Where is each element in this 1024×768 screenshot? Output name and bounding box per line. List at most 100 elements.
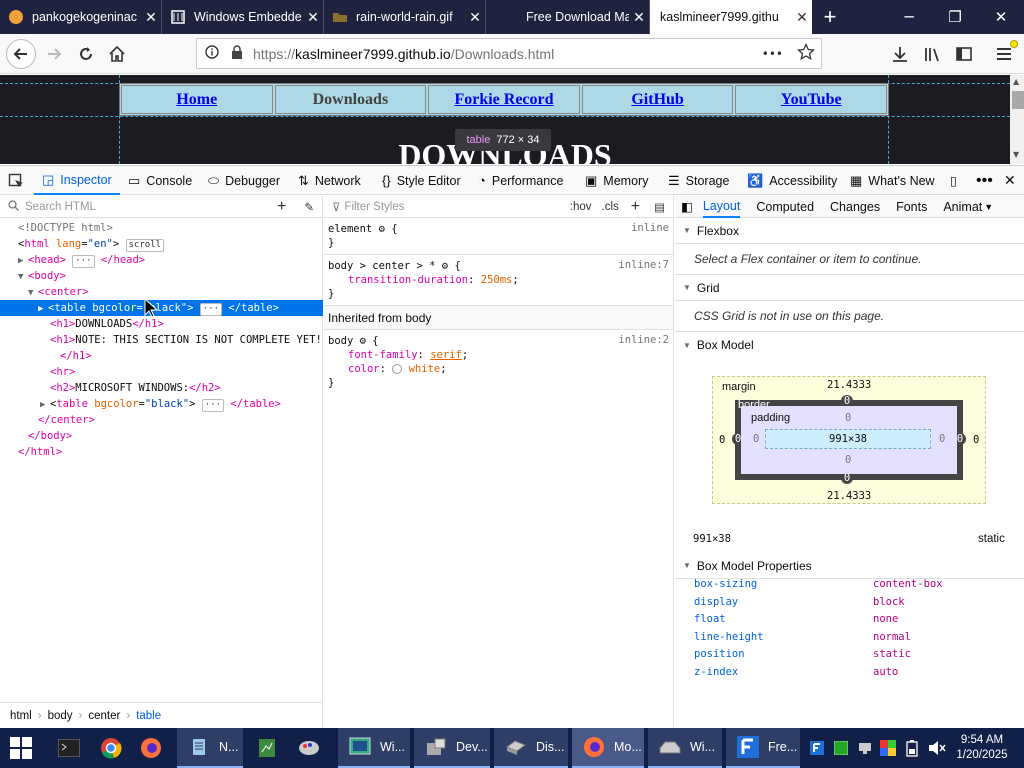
tab-console[interactable]: ▭ Console xyxy=(128,166,192,195)
volume-muted-icon[interactable] xyxy=(928,728,946,768)
ellipsis-badge[interactable]: ··· xyxy=(199,303,223,316)
close-tab-icon[interactable]: ✕ xyxy=(629,9,649,26)
browser-tab-5-active[interactable]: kaslmineer7999.githu ✕ xyxy=(650,0,812,34)
browser-tab-4[interactable]: Free Download Ma ✕ xyxy=(486,0,650,34)
content-box[interactable]: 991×38 xyxy=(765,429,931,449)
grid-section-header[interactable]: ▼ Grid xyxy=(675,275,1024,301)
element-picker-icon[interactable] xyxy=(8,166,24,195)
reload-icon[interactable] xyxy=(72,40,100,68)
ellipsis-badge[interactable]: ··· xyxy=(201,399,225,412)
rule-source[interactable]: inline:7 xyxy=(618,259,669,271)
tree-html-open[interactable]: <html lang="en"> scroll xyxy=(18,236,165,252)
padding-right-value[interactable]: 0 xyxy=(939,433,945,445)
taskbar-clock[interactable]: 9:54 AM 1/20/2025 xyxy=(950,728,1014,768)
breadcrumb-center[interactable]: center xyxy=(88,710,120,722)
tree-h2[interactable]: <h2>MICROSOFT WINDOWS:</h2> xyxy=(50,380,221,396)
taskbar-app-download-manager[interactable]: Fre... xyxy=(726,728,800,768)
devtools-menu-icon[interactable]: ••• xyxy=(976,166,993,195)
breadcrumb-html[interactable]: html xyxy=(10,710,32,722)
nav-link-forkie-record[interactable]: Forkie Record xyxy=(428,85,580,114)
padding-top-value[interactable]: 0 xyxy=(845,412,851,424)
padding-left-value[interactable]: 0 xyxy=(753,433,759,445)
add-rule-icon[interactable]: + xyxy=(631,198,640,216)
bookmark-star-icon[interactable] xyxy=(796,42,816,64)
taskbar-app-windows-2[interactable]: Wi... xyxy=(648,728,722,768)
minimize-icon[interactable]: ─ xyxy=(886,0,932,34)
tree-center-open[interactable]: ▼ <center> xyxy=(28,284,89,300)
rule-source[interactable]: inline:2 xyxy=(618,334,669,346)
box-model-section-header[interactable]: ▼ Box Model xyxy=(675,332,1024,358)
browser-tab-2[interactable]: Windows Embedde ✕ xyxy=(162,0,324,34)
tray-colorful-icon[interactable] xyxy=(880,728,896,768)
box-model-properties-header[interactable]: ▼ Box Model Properties xyxy=(675,553,1024,579)
close-tab-icon[interactable]: ✕ xyxy=(465,9,485,26)
breadcrumb-body[interactable]: body xyxy=(48,710,73,722)
eyedropper-icon[interactable]: ✎ xyxy=(304,200,314,214)
margin-bottom-value[interactable]: 21.4333 xyxy=(827,490,871,502)
margin-right-value[interactable]: 0 xyxy=(973,434,979,446)
taskbar-app-notepad[interactable]: N... xyxy=(177,728,243,768)
chrome-icon[interactable] xyxy=(100,728,122,768)
breadcrumb-table[interactable]: table xyxy=(136,710,161,722)
hov-toggle[interactable]: :hov xyxy=(570,201,592,213)
rule-source[interactable]: inline xyxy=(631,222,669,234)
tree-h1-close[interactable]: </h1> xyxy=(60,348,92,364)
gear-icon[interactable]: ⚙ xyxy=(360,335,366,347)
spreadsheet-icon[interactable] xyxy=(257,728,277,768)
new-tab-button[interactable]: + xyxy=(816,0,844,34)
tree-head[interactable]: ▶ <head> ··· </head> xyxy=(18,252,145,268)
gear-icon[interactable]: ⚙ xyxy=(379,223,385,235)
tab-inspector[interactable]: ◲ Inspector xyxy=(34,166,120,195)
taskbar-app-windows-1[interactable]: Wi... xyxy=(338,728,410,768)
tab-whats-new[interactable]: ▦ What's New xyxy=(850,166,935,195)
tray-green-icon[interactable] xyxy=(834,728,848,768)
margin-top-value[interactable]: 21.4333 xyxy=(827,379,871,391)
expand-arrow-icon[interactable]: ▶ xyxy=(40,397,50,413)
flexbox-section-header[interactable]: ▼ Flexbox xyxy=(675,218,1024,244)
tab-memory[interactable]: ▣ Memory xyxy=(585,166,648,195)
sidebar-icon[interactable] xyxy=(950,40,978,68)
close-devtools-icon[interactable]: ✕ xyxy=(1004,166,1016,195)
tree-body-close[interactable]: </body> xyxy=(28,428,72,444)
tree-doctype[interactable]: <!DOCTYPE html> xyxy=(18,220,113,236)
tree-html-close[interactable]: </html> xyxy=(18,444,62,460)
cls-toggle[interactable]: .cls xyxy=(602,201,619,213)
back-arrow-icon[interactable] xyxy=(6,39,36,69)
dock-toggle-icon[interactable]: ▯ xyxy=(950,166,957,195)
browser-tab-1[interactable]: pankogekogeninac ✕ xyxy=(0,0,162,34)
battery-icon[interactable] xyxy=(906,728,918,768)
add-node-icon[interactable]: + xyxy=(277,198,286,216)
tab-network[interactable]: ⇅ Network xyxy=(298,166,361,195)
lock-icon[interactable] xyxy=(231,45,243,62)
close-window-icon[interactable]: ✕ xyxy=(978,0,1024,34)
chevron-down-icon[interactable]: ▼ xyxy=(984,202,993,212)
maximize-icon[interactable]: ❐ xyxy=(932,0,978,34)
nav-link-home[interactable]: Home xyxy=(121,85,273,114)
tree-table-selected[interactable]: ▶ <table bgcolor="black"> ··· </table> xyxy=(0,300,323,316)
tray-monitor-icon[interactable] xyxy=(858,728,872,768)
tree-h1-note[interactable]: <h1>NOTE: THIS SECTION IS NOT COMPLETE Y… xyxy=(50,332,322,348)
tree-table-2[interactable]: ▶ <table bgcolor="black"> ··· </table> xyxy=(40,396,281,412)
tree-body-open[interactable]: ▼ <body> xyxy=(18,268,66,284)
page-scrollbar[interactable]: ▲ ▼ xyxy=(1010,75,1024,164)
close-tab-icon[interactable]: ✕ xyxy=(792,9,812,26)
expand-arrow-icon[interactable]: ▶ xyxy=(38,301,48,317)
filter-styles-input[interactable]: Filter Styles xyxy=(344,201,569,213)
tab-animations[interactable]: Animat xyxy=(943,200,982,214)
page-actions-menu-icon[interactable]: ••• xyxy=(762,47,783,61)
tab-performance[interactable]: ◔ Performance xyxy=(478,166,563,195)
downloads-icon[interactable] xyxy=(886,40,914,68)
margin-left-value[interactable]: 0 xyxy=(719,434,725,446)
taskbar-app-disk-management[interactable]: Dis... xyxy=(494,728,568,768)
padding-bottom-value[interactable]: 0 xyxy=(845,454,851,466)
close-tab-icon[interactable]: ✕ xyxy=(141,9,161,26)
taskbar-app-device-manager[interactable]: Dev... xyxy=(414,728,490,768)
hamburger-menu-icon[interactable] xyxy=(990,40,1018,68)
search-html-input[interactable]: Search HTML xyxy=(25,201,277,213)
tray-app-icon[interactable] xyxy=(810,728,824,768)
info-icon[interactable] xyxy=(205,45,219,62)
tab-debugger[interactable]: ⬭ Debugger xyxy=(208,166,280,195)
scroll-badge[interactable]: scroll xyxy=(125,239,165,252)
terminal-icon[interactable] xyxy=(58,728,80,768)
tab-fonts[interactable]: Fonts xyxy=(896,200,927,214)
